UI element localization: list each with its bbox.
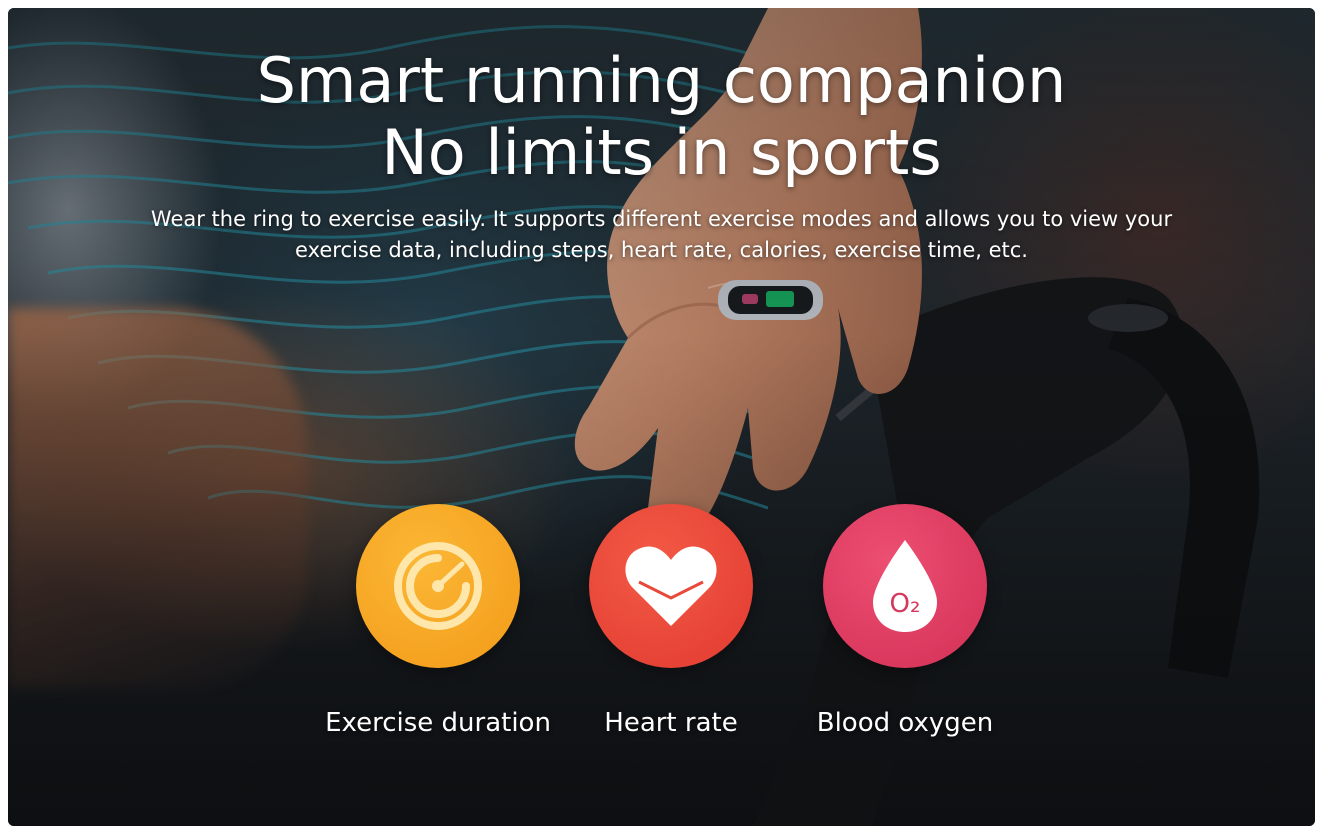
gauge-icon (394, 542, 482, 630)
description-line-2: exercise data, including steps, heart ra… (295, 238, 1028, 262)
heart-icon (625, 546, 717, 626)
feature-circle: O₂ (823, 504, 987, 668)
oxygen-drop-icon: O₂ (873, 540, 937, 632)
description-line-1: Wear the ring to exercise easily. It sup… (150, 207, 1173, 231)
feature-circle (356, 504, 520, 668)
feature-blood-oxygen: O₂ Blood oxygen (765, 504, 1045, 740)
headline-line-1: Smart running companion (256, 44, 1067, 117)
feature-circle (589, 504, 753, 668)
description: Wear the ring to exercise easily. It sup… (108, 204, 1215, 266)
headline-line-2: No limits in sports (381, 116, 942, 189)
product-banner: Smart running companion No limits in spo… (8, 8, 1315, 826)
feature-label: Blood oxygen (816, 708, 994, 738)
svg-text:O₂: O₂ (890, 589, 921, 619)
